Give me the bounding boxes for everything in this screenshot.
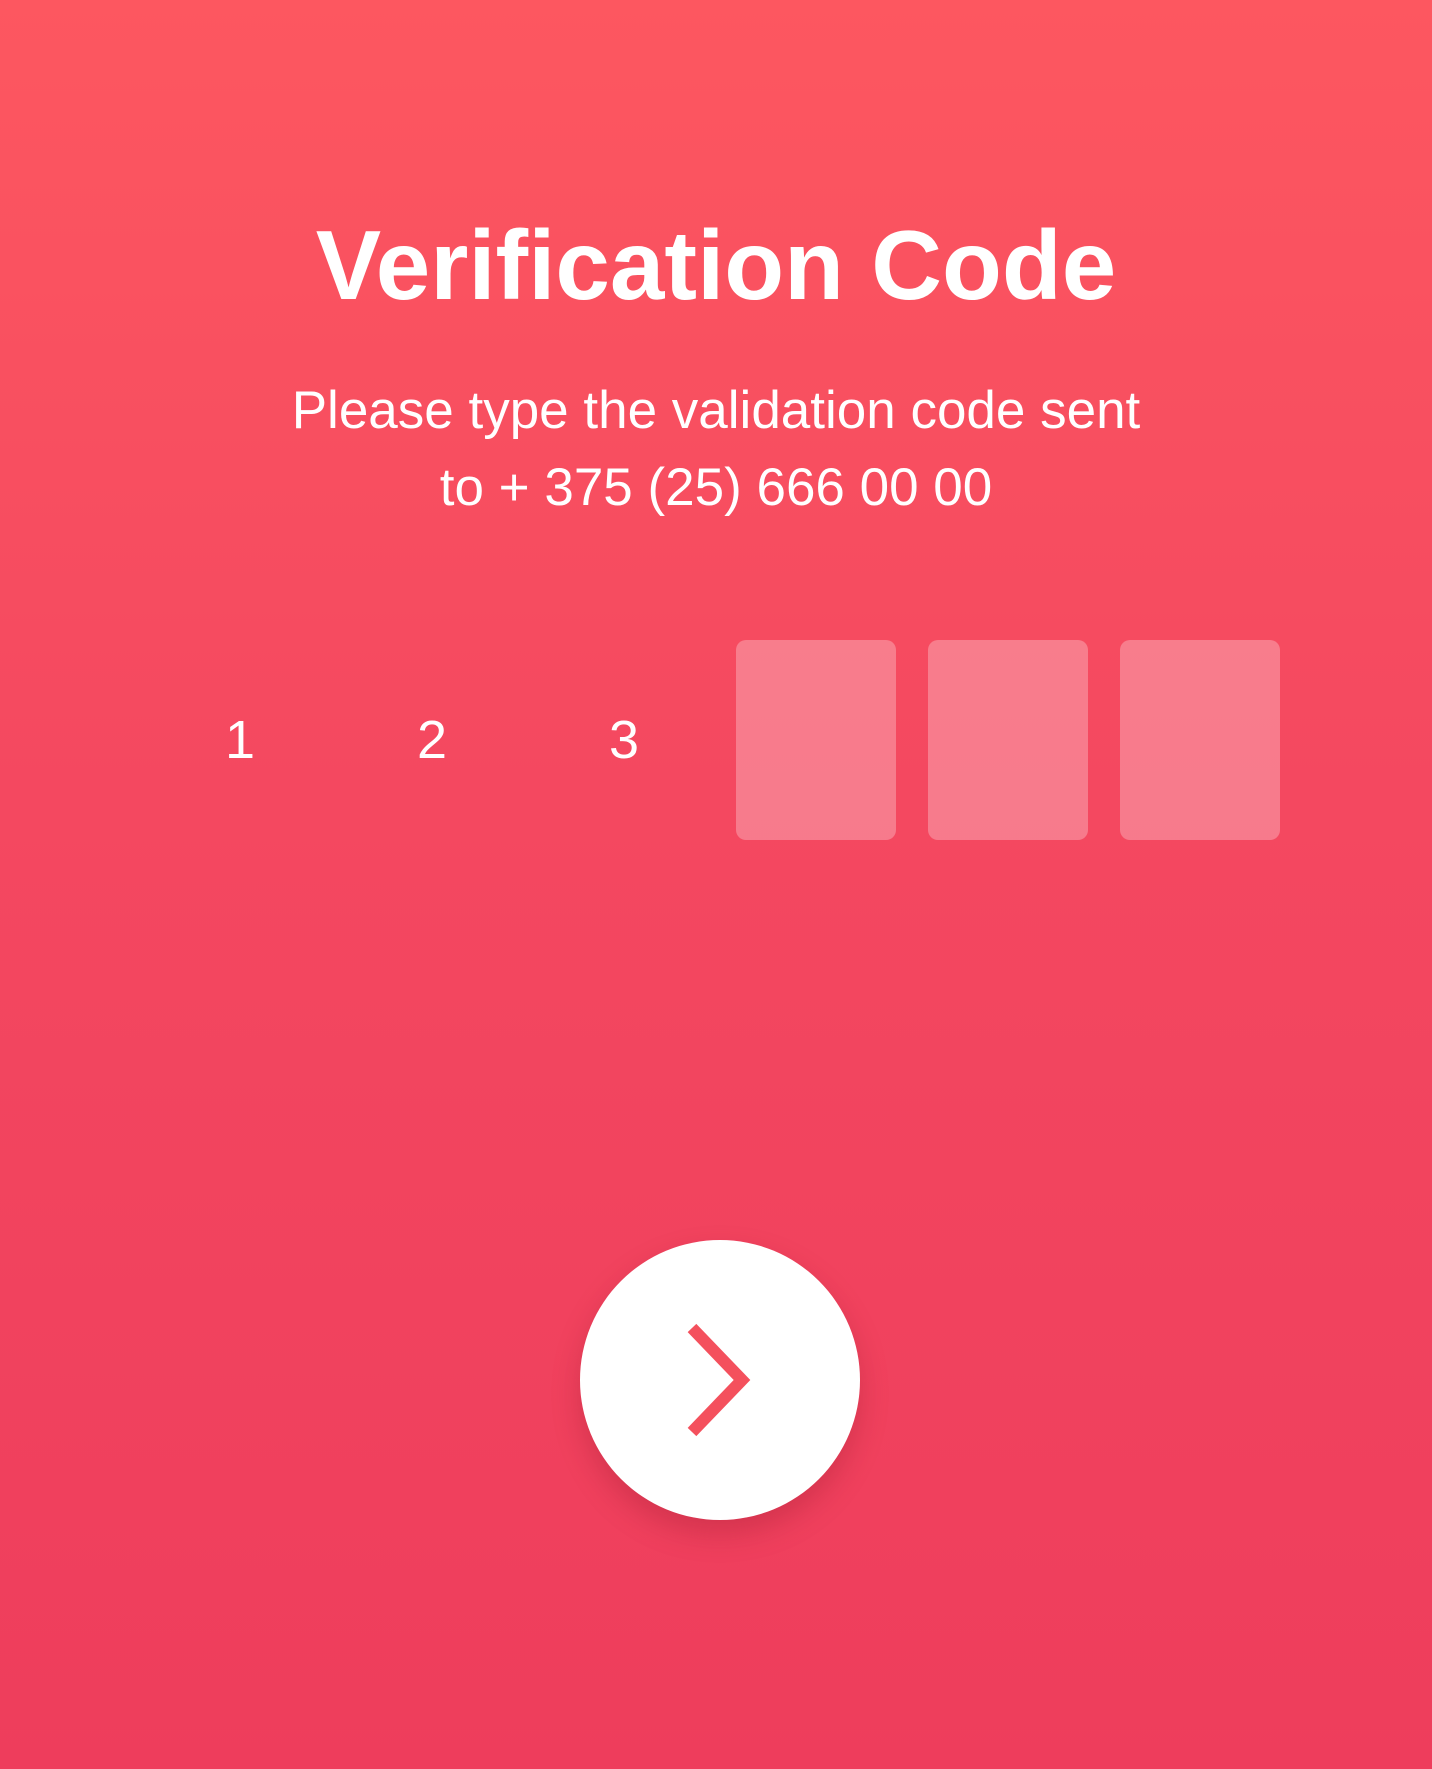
verification-screen: Verification Code Please type the valida… — [0, 0, 1432, 1769]
code-digit-2[interactable]: 2 — [352, 640, 512, 840]
verification-code-input: 1 2 3 — [160, 640, 1280, 840]
next-button[interactable] — [580, 1240, 860, 1520]
instruction-text: Please type the validation code sent to … — [216, 372, 1216, 526]
code-digit-1[interactable]: 1 — [160, 640, 320, 840]
code-digit-4[interactable] — [736, 640, 896, 840]
code-digit-6[interactable] — [1120, 640, 1280, 840]
instruction-line-2: to + 375 (25) 666 00 00 — [439, 458, 993, 517]
code-digit-3[interactable]: 3 — [544, 640, 704, 840]
page-title: Verification Code — [315, 210, 1117, 320]
chevron-right-icon — [680, 1320, 760, 1440]
instruction-line-1: Please type the validation code sent — [291, 381, 1141, 440]
code-digit-5[interactable] — [928, 640, 1088, 840]
